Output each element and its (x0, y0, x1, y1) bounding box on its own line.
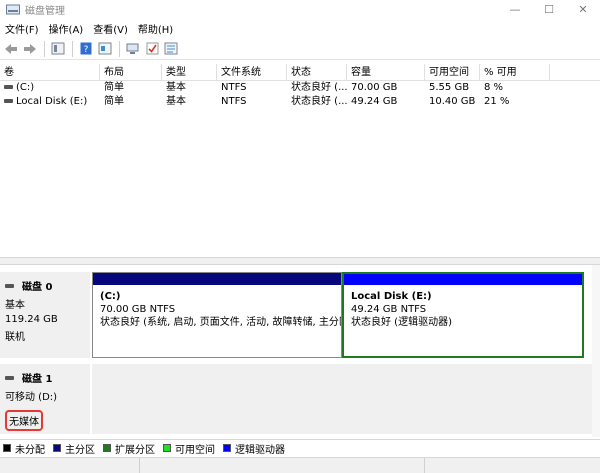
partition-c-name: (C:) (100, 291, 121, 302)
up-icon[interactable] (49, 40, 67, 58)
table-row[interactable]: Local Disk (E:) 简单 基本 NTFS 状态良好 (... 49.… (0, 95, 600, 109)
disk-1-row: 磁盘 1 可移动 (D:) 无媒体 (0, 364, 592, 434)
volume-percent-free: 21 % (484, 96, 510, 107)
disk-1-type: 可移动 (D:) (5, 392, 58, 403)
status-bar (0, 457, 600, 473)
no-media-status: 无媒体 (5, 410, 43, 431)
drive-icon (4, 99, 13, 103)
volume-filesystem: NTFS (221, 96, 247, 107)
col-layout[interactable]: 布局 (100, 64, 162, 80)
properties-icon[interactable] (96, 40, 114, 58)
legend-item: 未分配 (3, 441, 45, 456)
col-percent-free[interactable]: % 可用 (480, 64, 550, 80)
disk-0-state: 联机 (5, 332, 25, 343)
toolbar: ? (0, 38, 600, 60)
disk-1-label[interactable]: 磁盘 1 可移动 (D:) 无媒体 (0, 364, 90, 434)
logical-drive-bar (344, 274, 582, 285)
partition-e-name: Local Disk (E:) (351, 291, 432, 302)
status-segment (0, 458, 140, 473)
volume-table-header: 卷 布局 类型 文件系统 状态 容量 可用空间 % 可用 (0, 64, 600, 81)
col-capacity[interactable]: 容量 (347, 64, 425, 80)
disk-0-name: 磁盘 0 (22, 282, 53, 293)
col-free-space[interactable]: 可用空间 (425, 64, 480, 80)
volume-name: (C:) (0, 81, 100, 95)
col-status[interactable]: 状态 (287, 64, 347, 80)
legend-item: 可用空间 (163, 441, 215, 456)
drive-icon (4, 85, 13, 89)
legend: 未分配 主分区 扩展分区 可用空间 逻辑驱动器 (0, 439, 600, 456)
volume-percent-free: 8 % (484, 82, 504, 93)
volume-layout: 简单 (104, 82, 124, 93)
col-volume[interactable]: 卷 (0, 64, 100, 80)
volume-capacity: 70.00 GB (351, 82, 398, 93)
menu-help[interactable]: 帮助(H) (133, 21, 178, 36)
menu-action[interactable]: 操作(A) (44, 21, 89, 36)
volume-status: 状态良好 (... (291, 82, 347, 93)
col-filesystem[interactable]: 文件系统 (217, 64, 287, 80)
disk-icon (5, 283, 14, 288)
legend-item: 扩展分区 (103, 441, 155, 456)
legend-item: 逻辑驱动器 (223, 441, 285, 456)
partition-e[interactable]: Local Disk (E:) 49.24 GB NTFS 状态良好 (逻辑驱动… (342, 272, 584, 358)
maximize-button[interactable]: ☐ (532, 0, 566, 18)
forward-icon[interactable] (21, 40, 39, 58)
status-segment (425, 458, 600, 473)
primary-partition-bar (93, 273, 341, 285)
volume-type: 基本 (166, 96, 186, 107)
disk-icon (5, 375, 14, 380)
back-icon[interactable] (2, 40, 20, 58)
menu-view[interactable]: 查看(V) (88, 21, 133, 36)
disk-1-empty-area (92, 364, 592, 434)
extended-partition-swatch (103, 444, 111, 452)
logical-drive-swatch (223, 444, 231, 452)
title-bar: 磁盘管理 — ☐ ✕ (0, 0, 600, 18)
volume-capacity: 49.24 GB (351, 96, 398, 107)
partition-c-size: 70.00 GB NTFS (100, 304, 176, 315)
help-icon[interactable]: ? (77, 40, 95, 58)
volume-free-space: 5.55 GB (429, 82, 470, 93)
volume-name: Local Disk (E:) (0, 95, 100, 109)
partition-c[interactable]: (C:) 70.00 GB NTFS 状态良好 (系统, 启动, 页面文件, 活… (92, 272, 342, 358)
disk-management-icon (6, 4, 20, 14)
volume-status: 状态良好 (... (291, 96, 347, 107)
disk-pane-scrollbar[interactable] (592, 265, 600, 437)
volume-table: 卷 布局 类型 文件系统 状态 容量 可用空间 % 可用 (C:) 简单 基本 … (0, 64, 600, 109)
window-title: 磁盘管理 (25, 5, 65, 17)
close-button[interactable]: ✕ (566, 0, 600, 18)
minimize-button[interactable]: — (498, 0, 532, 18)
disk-0-type: 基本 (5, 300, 25, 311)
menu-file[interactable]: 文件(F) (0, 21, 44, 36)
disk-0-row: 磁盘 0 基本 119.24 GB 联机 (C:) 70.00 GB NTFS … (0, 272, 592, 358)
free-space-swatch (163, 444, 171, 452)
legend-item: 主分区 (53, 441, 95, 456)
table-row[interactable]: (C:) 简单 基本 NTFS 状态良好 (... 70.00 GB 5.55 … (0, 81, 600, 95)
connect-icon[interactable] (124, 40, 142, 58)
volume-layout: 简单 (104, 96, 124, 107)
primary-partition-swatch (53, 444, 61, 452)
unallocated-swatch (3, 444, 11, 452)
svg-text:?: ? (84, 45, 89, 55)
pane-splitter[interactable] (0, 257, 600, 265)
disk-0-size: 119.24 GB (5, 314, 58, 325)
disk-1-name: 磁盘 1 (22, 374, 53, 385)
status-segment (140, 458, 425, 473)
volume-free-space: 10.40 GB (429, 96, 476, 107)
partition-c-status: 状态良好 (系统, 启动, 页面文件, 活动, 故障转储, 主分区 (100, 317, 341, 328)
menu-bar: 文件(F) 操作(A) 查看(V) 帮助(H) (0, 20, 600, 37)
col-type[interactable]: 类型 (162, 64, 217, 80)
disk-0-label[interactable]: 磁盘 0 基本 119.24 GB 联机 (0, 272, 90, 358)
partition-e-status: 状态良好 (逻辑驱动器) (351, 317, 452, 328)
settings-icon[interactable] (162, 40, 180, 58)
check-icon[interactable] (143, 40, 161, 58)
partition-e-size: 49.24 GB NTFS (351, 304, 427, 315)
volume-type: 基本 (166, 82, 186, 93)
volume-filesystem: NTFS (221, 82, 247, 93)
disk-map-pane: 磁盘 0 基本 119.24 GB 联机 (C:) 70.00 GB NTFS … (0, 265, 600, 437)
